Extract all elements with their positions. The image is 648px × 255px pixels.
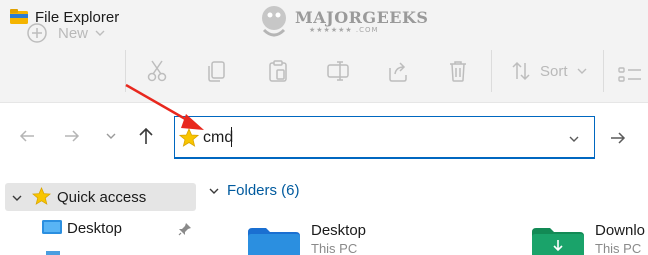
rename-button[interactable] <box>326 56 350 86</box>
arrow-right-icon <box>65 130 80 142</box>
forward-button[interactable] <box>61 125 83 147</box>
new-button[interactable]: New <box>26 18 105 48</box>
text-caret <box>231 127 232 147</box>
go-button[interactable] <box>596 116 640 159</box>
view-list-icon <box>618 67 641 82</box>
clipboard-icon <box>269 60 287 82</box>
folder-name[interactable]: Desktop <box>311 222 366 239</box>
watermark-text: MAJORGEEKS <box>295 8 429 27</box>
new-label: New <box>58 24 89 42</box>
folder-location: This PC <box>311 241 358 255</box>
folder-name[interactable]: Downlo <box>595 222 645 239</box>
chevron-down-icon[interactable] <box>209 186 219 196</box>
view-button[interactable] <box>617 60 641 90</box>
chevron-down-icon[interactable] <box>568 133 580 145</box>
folders-group-header[interactable]: Folders (6) <box>227 182 300 199</box>
toolbar-separator <box>603 50 604 92</box>
sidebar-item-label: Quick access <box>57 189 147 206</box>
back-button[interactable] <box>16 125 38 147</box>
annotation-arrow-icon <box>125 83 204 130</box>
sidebar-item-quick-access[interactable]: Quick access <box>5 183 196 211</box>
address-input[interactable] <box>203 128 533 148</box>
trash-icon <box>450 61 466 82</box>
paste-button[interactable] <box>267 56 289 86</box>
sort-arrows-icon <box>512 61 530 81</box>
share-icon <box>389 62 407 82</box>
star-icon <box>32 187 51 205</box>
folder-icon[interactable] <box>248 228 300 255</box>
share-button[interactable] <box>387 56 409 86</box>
pin-icon <box>178 223 191 236</box>
delete-button[interactable] <box>447 56 469 86</box>
chevron-down-icon[interactable] <box>12 193 22 203</box>
navigation-pane: Quick access Desktop <box>0 171 202 255</box>
rename-icon <box>327 61 349 81</box>
sidebar-item-partial <box>46 251 60 255</box>
plus-circle-icon <box>27 23 47 43</box>
arrow-right-icon <box>611 131 626 144</box>
arrow-left-icon <box>19 130 34 142</box>
sidebar-item-label[interactable]: Desktop <box>67 220 122 237</box>
chevron-down-icon <box>577 68 587 74</box>
folder-location: This PC <box>595 241 642 255</box>
address-bar[interactable] <box>174 116 595 159</box>
toolbar-separator <box>491 50 492 92</box>
recent-locations-button[interactable] <box>100 125 122 147</box>
sort-label: Sort <box>540 62 568 80</box>
watermark-subtext: ★★★★★★ .COM <box>309 26 379 34</box>
downloads-folder-icon[interactable] <box>532 228 584 255</box>
chevron-down-icon <box>106 133 116 139</box>
chevron-down-icon <box>95 30 105 36</box>
desktop-icon <box>42 220 62 234</box>
sort-button[interactable]: Sort <box>510 56 587 86</box>
